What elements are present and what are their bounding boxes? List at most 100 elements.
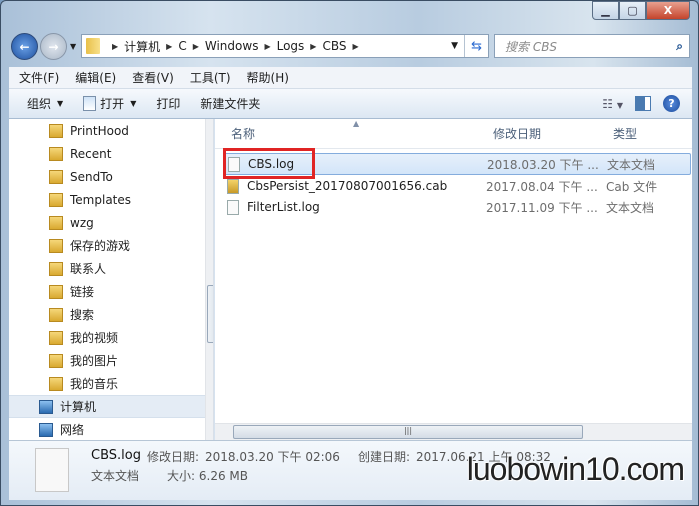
sidebar-item[interactable]: Recent xyxy=(9,142,213,165)
breadcrumb-arrow-icon[interactable]: ▶ xyxy=(310,42,316,51)
nav-buttons: ← → ▼ xyxy=(11,33,76,60)
sidebar-item[interactable]: wzg xyxy=(9,211,213,234)
sidebar-item[interactable]: 我的图片 xyxy=(9,349,213,372)
column-date[interactable]: 修改日期 xyxy=(477,125,597,142)
breadcrumb-arrow-icon[interactable]: ▶ xyxy=(193,42,199,51)
folder-icon xyxy=(49,123,63,138)
close-button[interactable]: X xyxy=(646,1,690,20)
highlight-box xyxy=(223,148,315,179)
network-icon xyxy=(39,422,53,437)
file-name: FilterList.log xyxy=(247,200,320,214)
organize-label: 组织 xyxy=(27,97,52,111)
detail-modified-label: 修改日期: xyxy=(146,450,200,464)
menu-bar: 文件(F) 编辑(E) 查看(V) 工具(T) 帮助(H) xyxy=(9,67,692,89)
pictures-icon xyxy=(49,353,63,368)
file-date: 2018.03.20 下午 ... xyxy=(487,157,599,172)
breadcrumb-arrow-icon[interactable]: ▶ xyxy=(264,42,270,51)
crumb-logs[interactable]: Logs xyxy=(277,39,305,53)
detail-kind: 文本文档 xyxy=(91,469,140,483)
menu-file[interactable]: 文件(F) xyxy=(9,69,65,86)
sidebar-item-computer[interactable]: 计算机 xyxy=(9,395,213,418)
file-row[interactable]: FilterList.log 2017.11.09 下午 ... 文本文档 xyxy=(223,196,691,218)
file-date: 2017.08.04 下午 ... xyxy=(486,179,598,194)
sidebar-item[interactable]: 我的音乐 xyxy=(9,372,213,395)
refresh-icon: ⇆ xyxy=(471,38,482,54)
scrollbar-thumb[interactable]: ||| xyxy=(233,425,583,439)
menu-view[interactable]: 查看(V) xyxy=(122,69,180,86)
menu-help[interactable]: 帮助(H) xyxy=(237,69,295,86)
detail-created-label: 创建日期: xyxy=(357,450,410,464)
file-type: 文本文档 xyxy=(606,200,655,215)
maximize-button[interactable]: ▢ xyxy=(619,1,646,20)
column-type[interactable]: 类型 xyxy=(597,125,637,142)
crumb-c[interactable]: C xyxy=(178,39,186,53)
search-icon[interactable]: ⌕ xyxy=(676,39,683,54)
sidebar-item[interactable]: PrintHood xyxy=(9,119,213,142)
watermark: luobowin10.com xyxy=(466,451,685,487)
sidebar-item[interactable]: Templates xyxy=(9,188,213,211)
sidebar-item-label: 联系人 xyxy=(70,262,107,276)
crumb-computer[interactable]: 计算机 xyxy=(124,38,160,55)
notepad-icon xyxy=(83,96,97,111)
menu-edit[interactable]: 编辑(E) xyxy=(65,69,122,86)
crumb-cbs[interactable]: CBS xyxy=(322,39,346,53)
folder-icon xyxy=(86,38,100,54)
search-placeholder: 搜索 CBS xyxy=(505,39,558,54)
sidebar-item-network[interactable]: 网络 xyxy=(9,418,213,440)
chevron-down-icon: ▼ xyxy=(130,99,137,108)
sidebar-item-label: 我的视频 xyxy=(70,331,119,345)
forward-button[interactable]: → xyxy=(40,33,67,60)
sidebar-item[interactable]: 搜索 xyxy=(9,303,213,326)
print-button[interactable]: 打印 xyxy=(146,95,190,112)
music-icon xyxy=(49,376,63,391)
sidebar-item-label: 搜索 xyxy=(70,308,95,322)
crumb-windows[interactable]: Windows xyxy=(205,39,259,53)
column-headers: ▲ 名称 修改日期 类型 xyxy=(215,119,692,149)
file-date: 2017.11.09 下午 ... xyxy=(486,200,598,215)
cab-file-icon xyxy=(227,178,239,194)
refresh-button[interactable]: ⇆ xyxy=(464,35,488,57)
recent-pages-dropdown[interactable]: ▼ xyxy=(70,42,76,51)
sidebar-item[interactable]: 我的视频 xyxy=(9,326,213,349)
address-history-dropdown[interactable]: ▼ xyxy=(445,41,464,51)
breadcrumb-arrow-icon[interactable]: ▶ xyxy=(166,42,172,51)
preview-pane-icon[interactable] xyxy=(635,96,651,111)
scrollbar-thumb[interactable] xyxy=(207,285,213,343)
sidebar-item[interactable]: 保存的游戏 xyxy=(9,234,213,257)
sidebar-item-label: 我的图片 xyxy=(70,354,119,368)
sidebar-item[interactable]: 联系人 xyxy=(9,257,213,280)
breadcrumb-arrow-icon[interactable]: ▶ xyxy=(112,42,118,51)
chevron-down-icon: ▼ xyxy=(57,99,64,108)
text-file-icon xyxy=(227,199,239,215)
sidebar-item-label: 网络 xyxy=(60,423,85,437)
sidebar-item-label: 计算机 xyxy=(60,400,97,414)
sidebar-scrollbar[interactable] xyxy=(205,119,213,440)
folder-shortcut-icon xyxy=(49,192,63,207)
open-button[interactable]: 打开 ▼ xyxy=(73,95,146,112)
searches-icon xyxy=(49,307,63,322)
videos-icon xyxy=(49,330,63,345)
sidebar-item-label: PrintHood xyxy=(70,123,129,138)
detail-modified: 2018.03.20 下午 02:06 xyxy=(205,450,340,464)
view-options-icon[interactable]: ☷ ▼ xyxy=(602,97,623,111)
horizontal-scrollbar[interactable]: ||| xyxy=(215,423,692,440)
navigation-pane: PrintHood Recent SendTo Templates wzg 保存… xyxy=(9,119,214,440)
back-button[interactable]: ← xyxy=(11,33,38,60)
organize-button[interactable]: 组织 ▼ xyxy=(9,95,73,112)
help-icon[interactable]: ? xyxy=(663,95,680,112)
column-name[interactable]: 名称 xyxy=(215,125,477,142)
new-folder-button[interactable]: 新建文件夹 xyxy=(190,95,270,112)
command-bar: 组织 ▼ 打开 ▼ 打印 新建文件夹 ☷ ▼ ? xyxy=(9,89,692,119)
sidebar-item[interactable]: 链接 xyxy=(9,280,213,303)
links-icon xyxy=(49,284,63,299)
menu-tools[interactable]: 工具(T) xyxy=(180,69,237,86)
search-input[interactable]: 搜索 CBS ⌕ xyxy=(494,34,690,58)
sidebar-item-label: Recent xyxy=(70,146,112,161)
sidebar-item-label: wzg xyxy=(70,215,94,230)
detail-filename: CBS.log xyxy=(91,448,141,463)
minimize-button[interactable]: ▁ xyxy=(592,1,619,20)
breadcrumb-arrow-icon[interactable]: ▶ xyxy=(352,42,358,51)
address-bar[interactable]: ▶ 计算机 ▶ C ▶ Windows ▶ Logs ▶ CBS ▶ ▼ ⇆ xyxy=(81,34,489,58)
sidebar-item[interactable]: SendTo xyxy=(9,165,213,188)
breadcrumb: ▶ 计算机 ▶ C ▶ Windows ▶ Logs ▶ CBS ▶ xyxy=(106,38,365,55)
